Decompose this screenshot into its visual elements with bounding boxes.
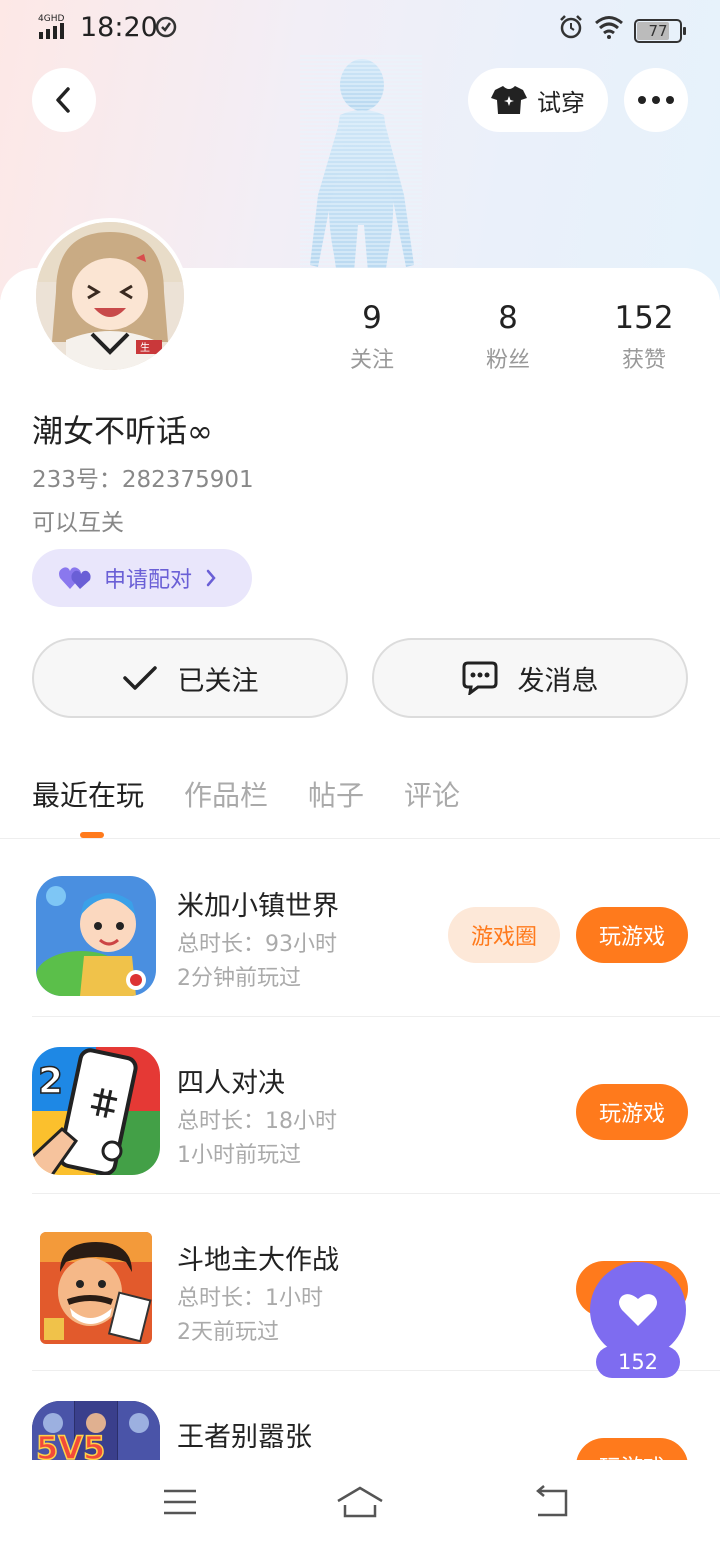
- profile-nickname: 潮女不听话∞: [32, 414, 213, 450]
- stat-following-count: 9: [362, 300, 382, 336]
- profile-stats: 9 关注 8 粉丝 152 获赞: [304, 300, 712, 374]
- game-title: 米加小镇世界: [177, 891, 339, 922]
- anime-avatar-image: 生: [36, 222, 184, 370]
- menu-icon: [164, 1489, 196, 1515]
- game-icon-text: 5V5: [36, 1429, 105, 1460]
- game-title: 斗地主大作战: [177, 1245, 339, 1276]
- home-nav-button[interactable]: [336, 1482, 384, 1522]
- game-last-played: 2分钟前玩过: [177, 966, 301, 991]
- stat-following-label: 关注: [349, 348, 394, 373]
- stat-likes-count: 152: [614, 300, 674, 336]
- try-on-button[interactable]: 试穿: [468, 68, 608, 132]
- back-nav-button[interactable]: [526, 1482, 574, 1522]
- game-icon-four-player: 2: [32, 1047, 160, 1175]
- wifi-icon: [594, 15, 624, 46]
- tab-comments[interactable]: 评论: [404, 774, 460, 814]
- game-icon-number: 2: [38, 1061, 63, 1102]
- like-count-badge: 152: [596, 1346, 680, 1378]
- tshirt-icon: [491, 86, 527, 114]
- apply-pair-label: 申请配对: [104, 568, 193, 593]
- game-last-played: 2天前玩过: [177, 1320, 279, 1345]
- home-icon: [337, 1486, 383, 1518]
- play-game-button[interactable]: 玩游戏: [576, 1438, 688, 1460]
- like-floating-button[interactable]: [590, 1262, 686, 1358]
- cellular-signal-icon: 4GHD: [38, 12, 72, 47]
- list-item[interactable]: 米加小镇世界 总时长：93小时 2分钟前玩过 游戏圈 玩游戏: [0, 840, 720, 1017]
- play-game-button[interactable]: 玩游戏: [576, 907, 688, 963]
- chevron-right-icon: [206, 569, 216, 587]
- game-title: 王者别嚣张: [177, 1422, 312, 1453]
- status-time: 18:20: [80, 12, 158, 43]
- try-on-label: 试穿: [537, 88, 585, 117]
- 3d-avatar-figure: [300, 55, 422, 295]
- stat-likes-label: 获赞: [621, 348, 666, 373]
- game-total-duration: 总时长：93小时: [177, 932, 337, 957]
- checkmark-icon: [122, 666, 157, 690]
- chevron-left-icon: [56, 87, 70, 113]
- game-icon-landlord: [40, 1232, 152, 1344]
- followed-button[interactable]: 已关注: [32, 638, 348, 718]
- game-circle-button[interactable]: 游戏圈: [448, 907, 560, 963]
- list-item[interactable]: 2 四人对决 总时长：18小时 1小时前玩过 玩游戏: [0, 1017, 720, 1194]
- system-navigation-bar: [0, 1460, 720, 1544]
- battery-indicator: 77: [634, 18, 686, 43]
- menu-nav-button[interactable]: [156, 1482, 204, 1522]
- send-message-button[interactable]: 发消息: [372, 638, 688, 718]
- game-title: 四人对决: [177, 1068, 285, 1099]
- network-type: 4GHD: [38, 14, 64, 24]
- double-heart-icon: [59, 567, 91, 589]
- stat-likes[interactable]: 152 获赞: [576, 300, 712, 374]
- tab-posts[interactable]: 帖子: [308, 774, 364, 814]
- alarm-icon: [558, 14, 584, 47]
- game-total-duration: 总时长：18小时: [177, 1109, 337, 1134]
- game-icon-king-battle: 5V5: [32, 1401, 160, 1460]
- tab-works[interactable]: 作品栏: [184, 774, 268, 814]
- followed-label: 已关注: [177, 665, 259, 697]
- more-dots-icon: [638, 96, 674, 104]
- apply-pair-button[interactable]: 申请配对: [32, 549, 252, 607]
- profile-bio: 可以互关: [32, 510, 124, 536]
- chat-bubble-icon: [462, 661, 497, 695]
- back-arrow-icon: [536, 1485, 568, 1517]
- profile-uid[interactable]: 233号：282375901: [32, 460, 254, 494]
- stat-fans-label: 粉丝: [485, 348, 530, 373]
- profile-avatar[interactable]: 生: [32, 218, 188, 374]
- stat-fans-count: 8: [498, 300, 518, 336]
- send-message-label: 发消息: [517, 665, 599, 697]
- heart-icon: [619, 1294, 657, 1326]
- play-game-button[interactable]: 玩游戏: [576, 1084, 688, 1140]
- more-options-button[interactable]: [624, 68, 688, 132]
- data-saver-icon: [154, 15, 178, 46]
- avatar-armband-text: 生: [140, 341, 150, 354]
- game-total-duration: 总时长：1小时: [177, 1286, 323, 1311]
- tab-divider: [0, 838, 720, 839]
- status-bar: 4GHD 18:20 77: [0, 0, 720, 58]
- stat-fans[interactable]: 8 粉丝: [440, 300, 576, 374]
- game-last-played: 1小时前玩过: [177, 1143, 301, 1168]
- stat-following[interactable]: 9 关注: [304, 300, 440, 374]
- back-button[interactable]: [32, 68, 96, 132]
- game-icon-miga-town: [36, 876, 156, 996]
- list-item[interactable]: 5V5 王者别嚣张 玩游戏: [0, 1371, 720, 1460]
- profile-tabs: 最近在玩 作品栏 帖子 评论: [32, 774, 500, 814]
- tab-recently-played[interactable]: 最近在玩: [32, 774, 144, 814]
